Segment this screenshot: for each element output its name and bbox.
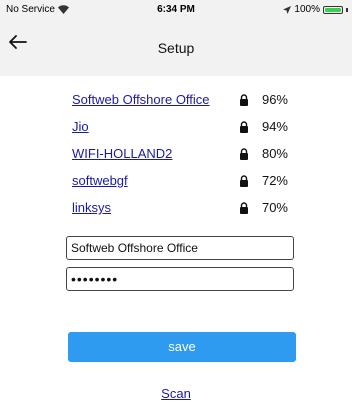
lock-icon — [240, 148, 248, 160]
wifi-network-link[interactable]: Softweb Offshore Office — [72, 92, 210, 107]
wifi-network-link[interactable]: softwebgf — [72, 173, 128, 188]
location-icon — [283, 5, 292, 14]
wifi-signal-percent: 94% — [261, 119, 288, 134]
wifi-network-link[interactable]: linksys — [72, 200, 111, 215]
wifi-row[interactable]: Jio 94% — [72, 119, 294, 146]
wifi-network-list: Softweb Offshore Office 96% Jio 94% WIFI… — [72, 92, 294, 227]
wifi-network-link[interactable]: Jio — [72, 119, 89, 134]
lock-icon — [240, 94, 248, 106]
save-button[interactable]: save — [68, 332, 296, 362]
lock-icon — [240, 202, 248, 214]
wifi-row[interactable]: Softweb Offshore Office 96% — [72, 92, 294, 119]
scan-link[interactable]: Scan — [0, 386, 352, 401]
wifi-row[interactable]: linksys 70% — [72, 200, 294, 227]
wifi-row[interactable]: softwebgf 72% — [72, 173, 294, 200]
wifi-network-link[interactable]: WIFI-HOLLAND2 — [72, 146, 172, 161]
wifi-row[interactable]: WIFI-HOLLAND2 80% — [72, 146, 294, 173]
status-bar: No Service 6:34 PM 100% — [0, 0, 352, 18]
wifi-signal-percent: 80% — [261, 146, 288, 161]
page-title: Setup — [157, 40, 195, 56]
wifi-signal-percent: 70% — [261, 200, 288, 215]
ssid-input[interactable] — [66, 236, 294, 260]
lock-icon — [240, 175, 248, 187]
status-right: 100% — [283, 4, 348, 15]
battery-text: 100% — [294, 4, 320, 15]
lock-icon — [240, 121, 248, 133]
wifi-signal-percent: 96% — [261, 92, 288, 107]
wifi-signal-percent: 72% — [261, 173, 288, 188]
nav-bar: Setup — [0, 18, 352, 76]
battery-nub — [346, 7, 348, 12]
password-input[interactable] — [66, 267, 294, 291]
battery-fill — [325, 7, 341, 12]
battery-icon — [323, 5, 343, 14]
